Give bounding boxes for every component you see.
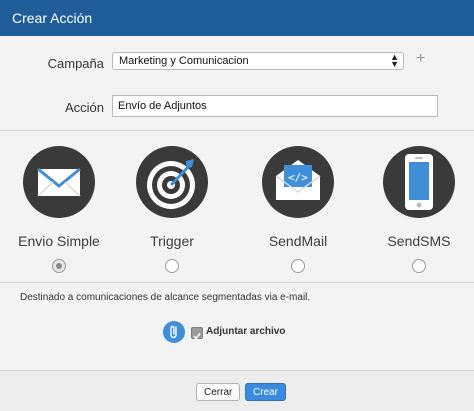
form-area: Campaña Marketing y Comunicacion ▲ ▼ + Ac… — [0, 36, 474, 130]
option-label: SendMail — [268, 233, 328, 249]
select-arrows-icon: ▲ ▼ — [390, 52, 399, 69]
option-radio[interactable] — [291, 259, 305, 273]
title-bar: Crear Acción — [0, 0, 474, 36]
campaign-select[interactable]: Marketing y Comunicacion ▲ ▼ — [112, 52, 404, 70]
target-icon — [136, 146, 208, 218]
option-radio[interactable] — [412, 259, 426, 273]
close-button[interactable]: Cerrar — [196, 383, 241, 401]
add-campaign-button[interactable]: + — [416, 50, 425, 68]
option-label: Trigger — [150, 233, 194, 249]
svg-text:</>: </> — [288, 171, 308, 184]
create-button[interactable]: Crear — [245, 383, 287, 401]
option-radio[interactable] — [165, 259, 179, 273]
dialog-title: Crear Acción — [12, 10, 93, 26]
create-action-dialog: Crear Acción Campaña Marketing y Comunic… — [0, 0, 474, 411]
code-mail-icon: </> — [262, 146, 334, 218]
campaign-label: Campaña — [47, 56, 104, 71]
dialog-footer: Cerrar Crear — [0, 371, 474, 411]
action-name-input[interactable]: Envío de Adjuntos — [112, 95, 438, 117]
attach-file-checkbox[interactable] — [191, 327, 203, 340]
divider — [0, 282, 474, 283]
action-description: Destinado a comunicaciones de alcance se… — [20, 292, 311, 303]
action-type-options: Envio Simple Trigger </> SendMail SendSM… — [0, 131, 474, 281]
option-label: Envio Simple — [18, 233, 100, 249]
paperclip-icon[interactable] — [163, 321, 185, 343]
attach-file-label: Adjuntar archivo — [206, 326, 286, 337]
option-label: SendSMS — [387, 233, 451, 249]
envelope-icon — [23, 146, 95, 218]
campaign-select-value: Marketing y Comunicacion — [119, 55, 249, 67]
action-label: Acción — [64, 100, 104, 115]
phone-icon — [383, 146, 455, 218]
option-radio[interactable] — [52, 259, 66, 273]
